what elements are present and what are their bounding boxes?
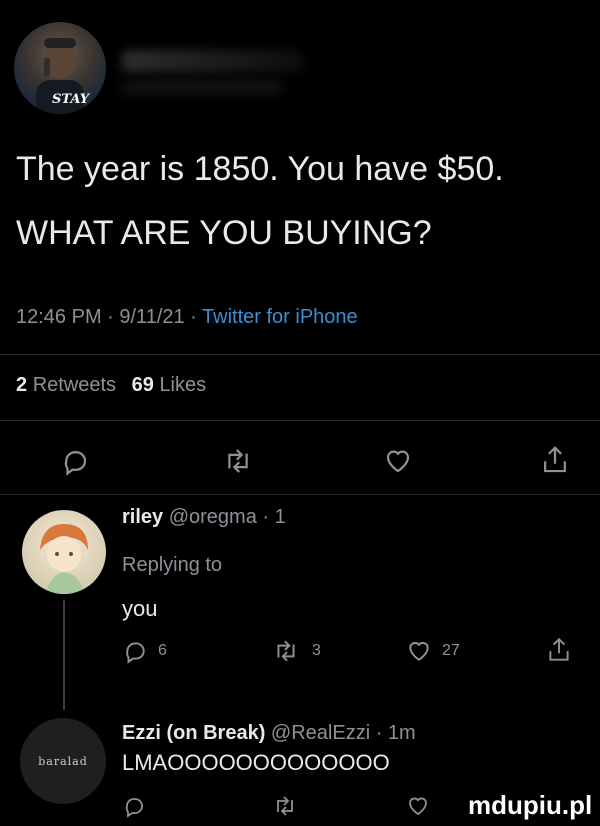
reply1-header: riley @oregma · 1 — [122, 506, 286, 529]
divider-1 — [0, 354, 600, 355]
reply2-avatar-text: baralad — [38, 754, 88, 768]
reply1-avatar[interactable] — [22, 510, 106, 594]
tweet-timestamp[interactable]: 12:46 PM · 9/11/21 · — [16, 306, 202, 328]
retweets-label[interactable]: Retweets — [33, 374, 116, 396]
likes-count[interactable]: 69 — [132, 374, 154, 396]
retweets-count[interactable]: 2 — [16, 374, 27, 396]
divider-2 — [0, 420, 600, 421]
tweet-stats: 2 Retweets 69 Likes — [16, 374, 206, 397]
reply1-name[interactable]: riley — [122, 506, 163, 528]
reply2-avatar[interactable]: baralad — [20, 718, 106, 804]
tweet-source-link[interactable]: Twitter for iPhone — [202, 306, 358, 328]
retweet-icon[interactable] — [222, 446, 254, 476]
reply1-reply-icon[interactable] — [122, 638, 148, 664]
divider-3 — [0, 494, 600, 495]
reply2-like-icon[interactable] — [406, 794, 430, 818]
reply1-replying-to: Replying to — [122, 554, 222, 577]
avatar-shirt-text: STAY — [52, 92, 90, 107]
reply2-name[interactable]: Ezzi (on Break) — [122, 722, 265, 744]
reply2-retweet-icon[interactable] — [272, 794, 298, 818]
author-name-redacted — [122, 50, 302, 72]
tweet-text-line2: WHAT ARE YOU BUYING? — [16, 214, 432, 252]
reply2-header: Ezzi (on Break) @RealEzzi · 1m — [122, 722, 416, 745]
reply1-like-count: 27 — [442, 642, 460, 659]
watermark: mdupiu.pl — [468, 790, 593, 820]
reply2-reply-icon[interactable] — [122, 794, 146, 818]
reply1-text: you — [122, 596, 158, 621]
author-handle-redacted — [122, 80, 282, 94]
reply2-handle[interactable]: @RealEzzi · 1m — [271, 722, 416, 744]
reply1-share-icon[interactable] — [546, 636, 572, 664]
reply2-text: LMAOOOOOOOOOOOOO — [122, 750, 390, 775]
reply1-like-icon[interactable] — [406, 638, 432, 664]
reply1-retweet-icon[interactable] — [272, 638, 300, 664]
likes-label[interactable]: Likes — [159, 374, 206, 396]
tweet-text-line1: The year is 1850. You have $50. — [16, 150, 504, 188]
share-icon[interactable] — [540, 444, 570, 476]
reply1-retweet-count: 3 — [312, 642, 321, 659]
like-icon[interactable] — [383, 446, 413, 476]
reply1-handle[interactable]: @oregma · 1 — [169, 506, 286, 528]
author-avatar[interactable]: STAY — [14, 22, 106, 114]
replying-to-label: Replying to — [122, 554, 223, 576]
reply-icon[interactable] — [60, 446, 90, 476]
thread-line — [63, 600, 65, 710]
reply1-reply-count: 6 — [158, 642, 167, 659]
tweet-meta: 12:46 PM · 9/11/21 · Twitter for iPhone — [16, 306, 358, 329]
